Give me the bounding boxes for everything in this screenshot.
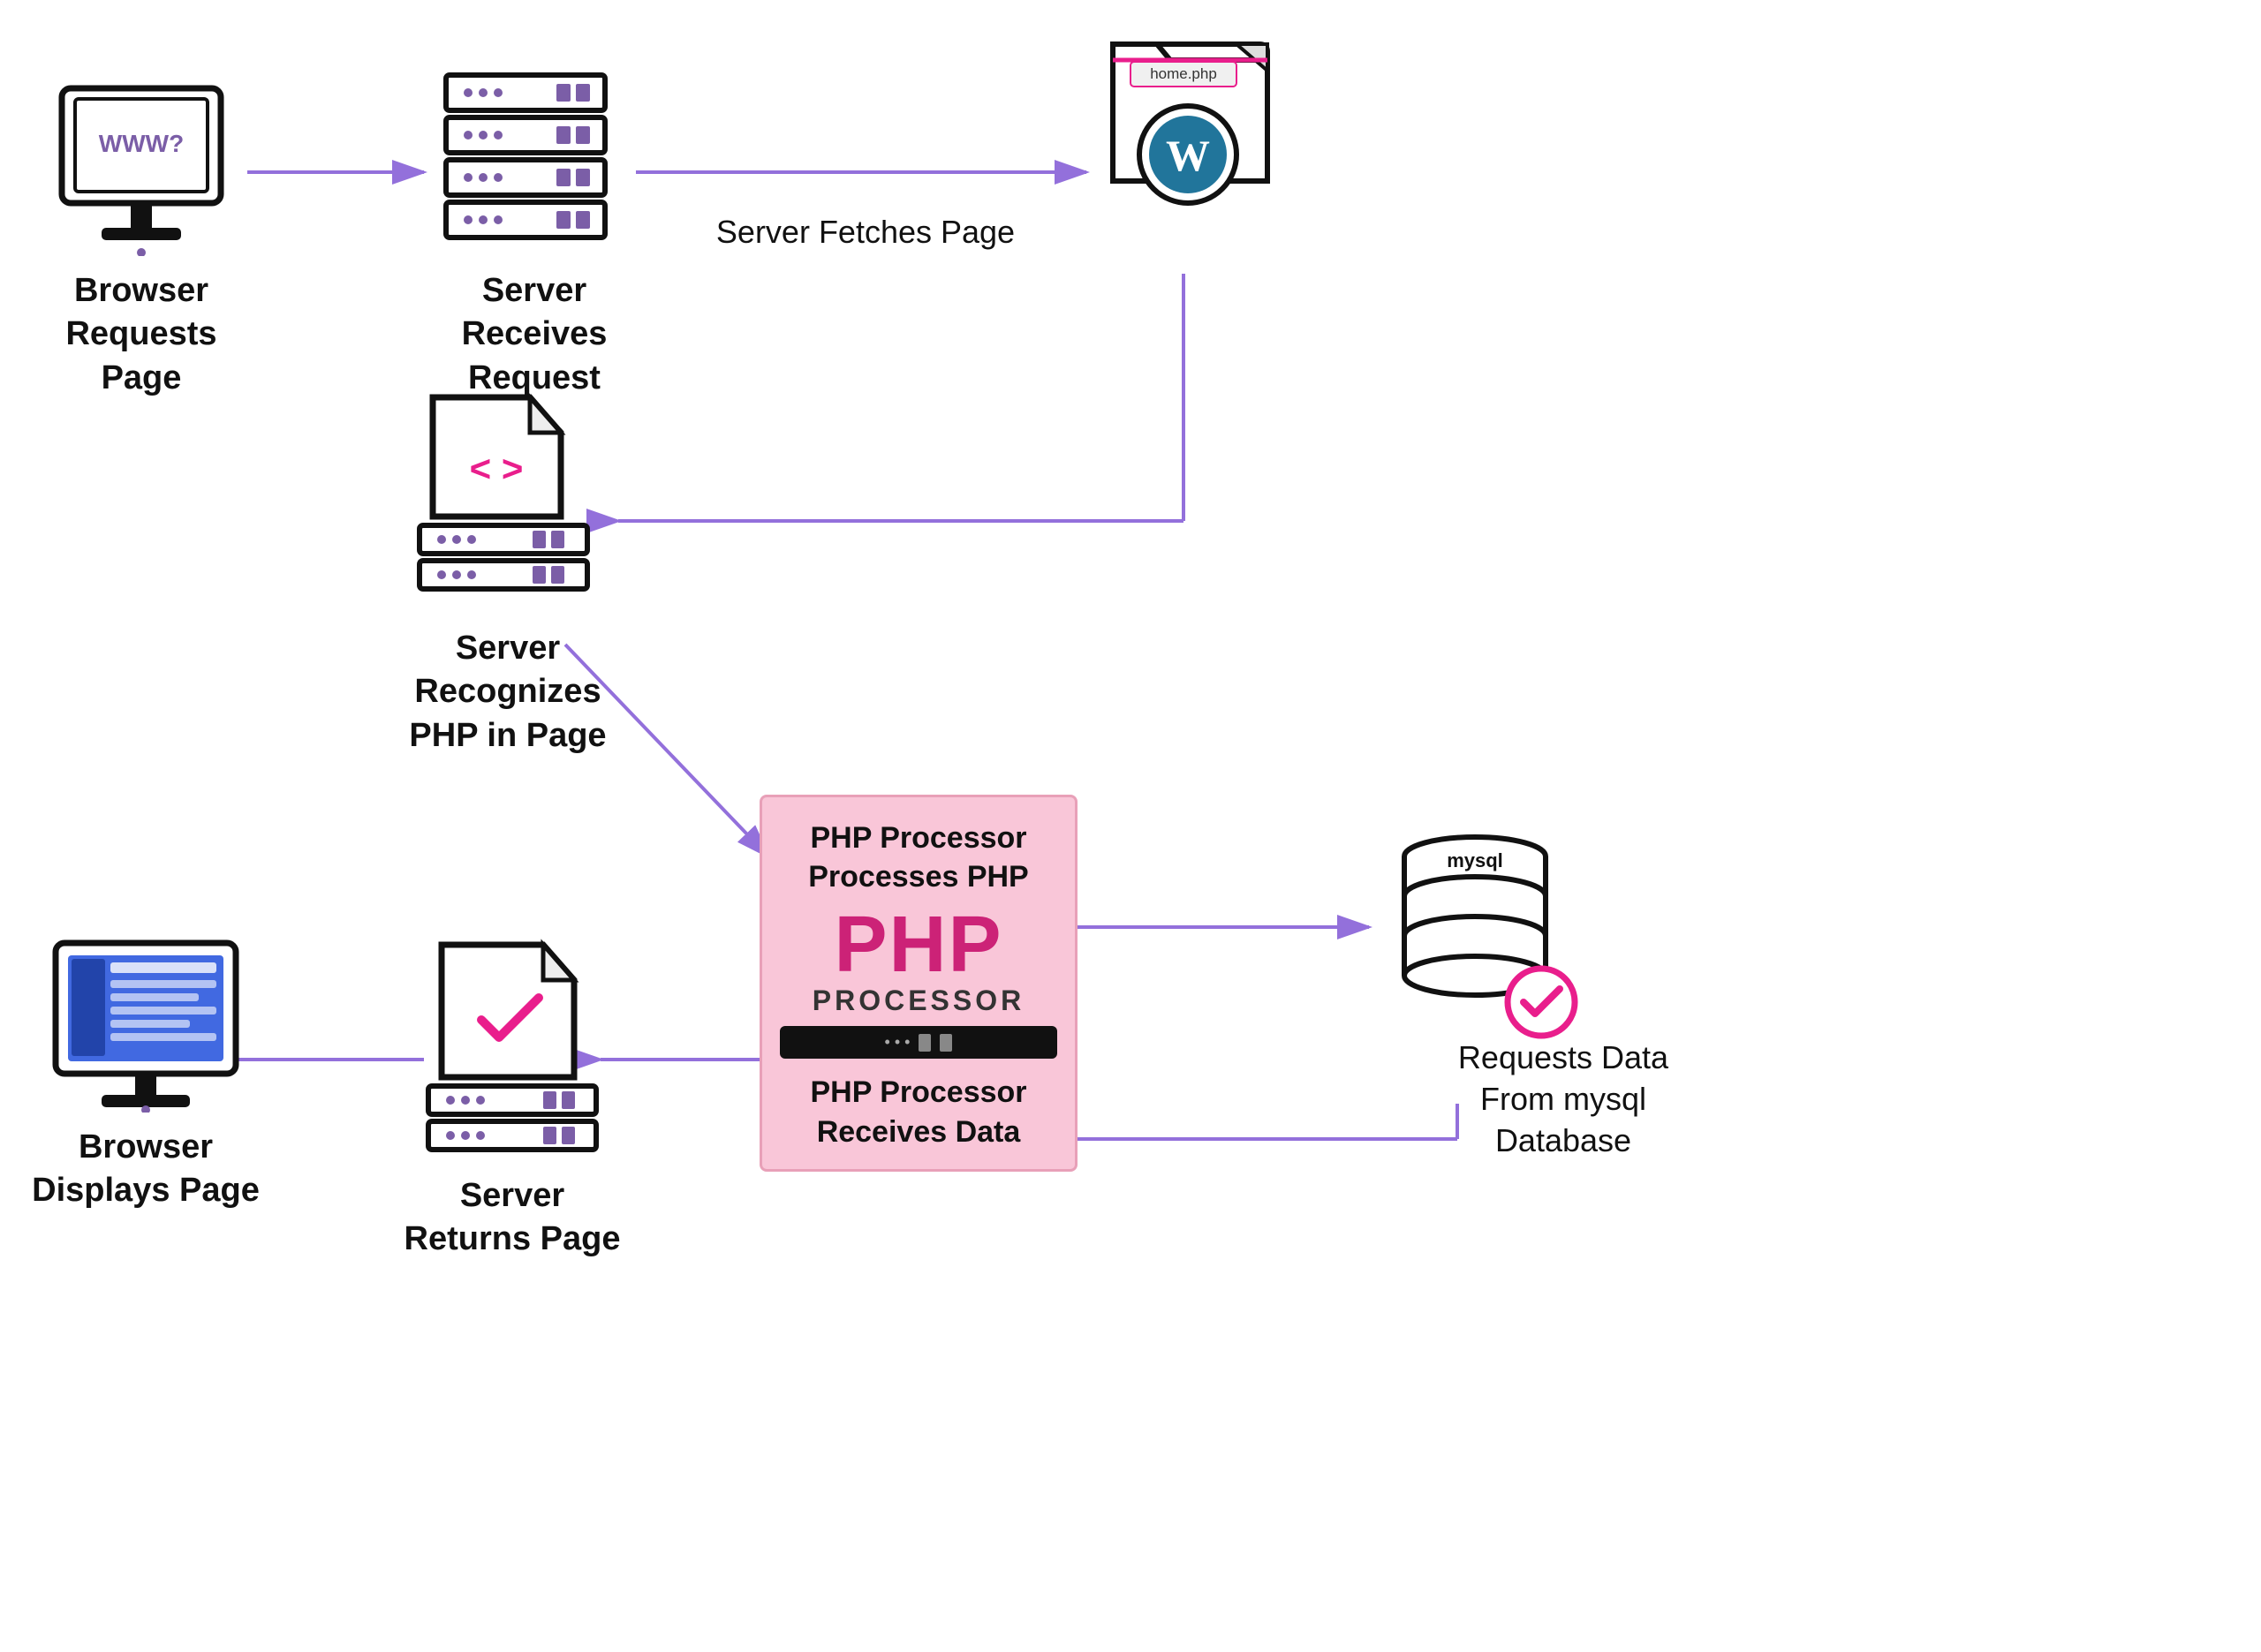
svg-text:W: W: [1166, 131, 1210, 180]
browser-requests-label: Browser Requests Page: [26, 269, 256, 400]
svg-text:mysql: mysql: [1447, 849, 1503, 871]
php-processor-box: PHP Processor Processes PHP PHP PROCESSO…: [760, 795, 1078, 1172]
server-fetches-label: Server Fetches Page: [689, 212, 1042, 253]
arrows-svg: [0, 0, 2261, 1652]
php-server-recognize-icon: < >: [402, 388, 605, 609]
server-returns-icon: [415, 936, 609, 1157]
requests-data-label: Requests Data From mysql Database: [1422, 1037, 1705, 1161]
server-returns-label: Server Returns Page: [397, 1174, 627, 1262]
svg-text:home.php: home.php: [1150, 65, 1217, 82]
server-receives-icon: [433, 66, 618, 256]
php-processor-processes-label: PHP Processor Processes PHP: [780, 818, 1057, 896]
browser-displays-label: Browser Displays Page: [26, 1126, 265, 1213]
server-receives-label: Server Receives Request: [424, 269, 645, 400]
browser-displays-icon: [49, 936, 243, 1113]
diagram-container: WWW? Browser Requests Page: [0, 0, 2261, 1652]
browser-monitor-icon: WWW?: [53, 79, 230, 256]
mysql-database-icon: mysql: [1387, 812, 1581, 1042]
php-big-text: PHP: [780, 905, 1057, 984]
svg-text:WWW?: WWW?: [99, 130, 184, 157]
php-processor-receives-label: PHP Processor Receives Data: [780, 1073, 1057, 1150]
server-recognizes-label: Server Recognizes PHP in Page: [380, 627, 636, 758]
processor-word: PROCESSOR: [780, 984, 1057, 1017]
svg-text:< >: < >: [470, 448, 524, 489]
folder-wp-icon: home.php W: [1086, 26, 1289, 230]
